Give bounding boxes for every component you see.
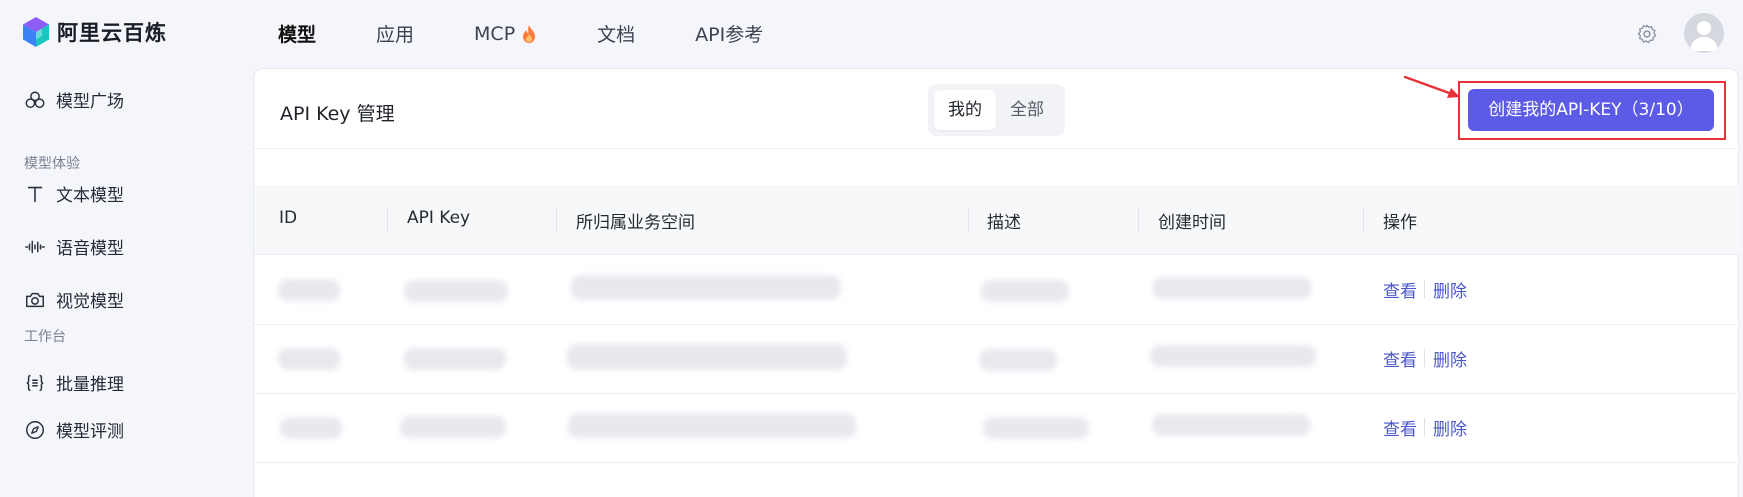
- brand-name: 阿里云百炼: [57, 21, 167, 45]
- nav-item-mcp-label: MCP: [474, 22, 516, 45]
- action-divider: [1424, 280, 1425, 298]
- delete-link[interactable]: 删除: [1433, 415, 1467, 440]
- fire-icon: [523, 24, 536, 43]
- action-divider: [1424, 349, 1425, 367]
- redacted-description: [983, 417, 1089, 439]
- column-divider: [387, 207, 388, 233]
- redacted-api-key: [400, 416, 506, 438]
- gear-icon[interactable]: [1636, 23, 1658, 45]
- top-bar: 阿里云百炼 模型 应用 MCP 文档 API参考: [0, 0, 1743, 68]
- sidebar-group-experience: 模型体验: [24, 156, 80, 172]
- sidebar-item-model-square[interactable]: 模型广场: [24, 87, 124, 112]
- sidebar-item-label: 语音模型: [56, 239, 124, 259]
- redacted-api-key: [404, 348, 506, 370]
- action-divider: [1424, 418, 1425, 436]
- sidebar: 模型广场 模型体验 文本模型 语音模型 视觉模型 工作台 批量推理 模型评测: [0, 68, 253, 497]
- brand-logo[interactable]: 阿里云百炼: [22, 16, 167, 48]
- column-workspace: 所归属业务空间: [576, 213, 695, 233]
- delete-link[interactable]: 删除: [1433, 277, 1467, 302]
- redacted-workspace: [567, 344, 847, 370]
- redacted-workspace: [568, 413, 856, 438]
- main-nav: 模型 应用 MCP 文档 API参考: [278, 20, 823, 47]
- table-row: 查看 删除: [254, 256, 1740, 325]
- nav-item-mcp[interactable]: MCP: [474, 20, 537, 47]
- view-link[interactable]: 查看: [1383, 277, 1417, 302]
- nav-item-models[interactable]: 模型: [278, 20, 316, 47]
- redacted-description: [981, 280, 1069, 302]
- redacted-description: [979, 349, 1057, 371]
- view-link[interactable]: 查看: [1383, 415, 1417, 440]
- table-row: 查看 删除: [254, 394, 1740, 463]
- segment-mine[interactable]: 我的: [934, 90, 996, 130]
- column-id: ID: [279, 208, 298, 228]
- bailian-logo-icon: [23, 17, 49, 47]
- column-divider: [968, 207, 969, 233]
- redacted-created-time: [1150, 345, 1316, 367]
- segment-all[interactable]: 全部: [996, 90, 1058, 130]
- sidebar-item-label: 文本模型: [56, 186, 124, 206]
- header-divider: [254, 148, 1740, 149]
- batch-braces-icon: [26, 374, 44, 391]
- table-row: 查看 删除: [254, 325, 1740, 394]
- view-link[interactable]: 查看: [1383, 346, 1417, 371]
- model-square-icon: [25, 90, 45, 108]
- sidebar-item-vision-model[interactable]: 视觉模型: [24, 287, 124, 312]
- sidebar-item-label: 批量推理: [56, 375, 124, 395]
- column-description: 描述: [987, 213, 1021, 233]
- annotation-arrow-icon: [1403, 75, 1460, 98]
- redacted-id: [278, 348, 340, 370]
- column-actions: 操作: [1383, 213, 1417, 233]
- sidebar-group-workbench: 工作台: [24, 329, 66, 345]
- redacted-created-time: [1152, 277, 1312, 299]
- sidebar-item-label: 模型广场: [56, 92, 124, 112]
- table-header: ID API Key 所归属业务空间 描述 创建时间 操作: [254, 185, 1740, 255]
- column-divider: [556, 207, 557, 233]
- redacted-id: [280, 417, 342, 439]
- column-api-key: API Key: [407, 208, 471, 228]
- user-avatar-icon: [1690, 21, 1718, 51]
- camera-icon: [26, 292, 44, 307]
- audio-wave-icon: [25, 240, 45, 253]
- nav-item-api-reference[interactable]: API参考: [695, 20, 763, 47]
- sidebar-item-label: 视觉模型: [56, 292, 124, 312]
- sidebar-item-batch-inference[interactable]: 批量推理: [24, 370, 124, 395]
- compass-icon: [26, 420, 44, 439]
- sidebar-item-voice-model[interactable]: 语音模型: [24, 234, 124, 259]
- delete-link[interactable]: 删除: [1433, 346, 1467, 371]
- redacted-id: [278, 279, 340, 301]
- create-api-key-button[interactable]: 创建我的API-KEY（3/10）: [1468, 89, 1714, 131]
- sidebar-item-model-eval[interactable]: 模型评测: [24, 417, 124, 442]
- page-title: API Key 管理: [280, 103, 395, 125]
- column-divider: [1138, 207, 1139, 233]
- text-icon: [27, 186, 43, 202]
- column-divider: [1363, 207, 1364, 233]
- nav-item-apps[interactable]: 应用: [376, 20, 414, 47]
- redacted-created-time: [1152, 414, 1310, 436]
- nav-item-docs[interactable]: 文档: [597, 20, 635, 47]
- avatar[interactable]: [1684, 13, 1724, 53]
- api-key-panel: API Key 管理 我的 全部 创建我的API-KEY（3/10） ID AP…: [253, 68, 1740, 497]
- redacted-workspace: [571, 275, 841, 300]
- owner-filter-segment: 我的 全部: [928, 84, 1065, 136]
- sidebar-item-text-model[interactable]: 文本模型: [24, 181, 124, 206]
- sidebar-item-label: 模型评测: [56, 422, 124, 442]
- redacted-api-key: [404, 280, 508, 302]
- column-created-time: 创建时间: [1158, 213, 1226, 233]
